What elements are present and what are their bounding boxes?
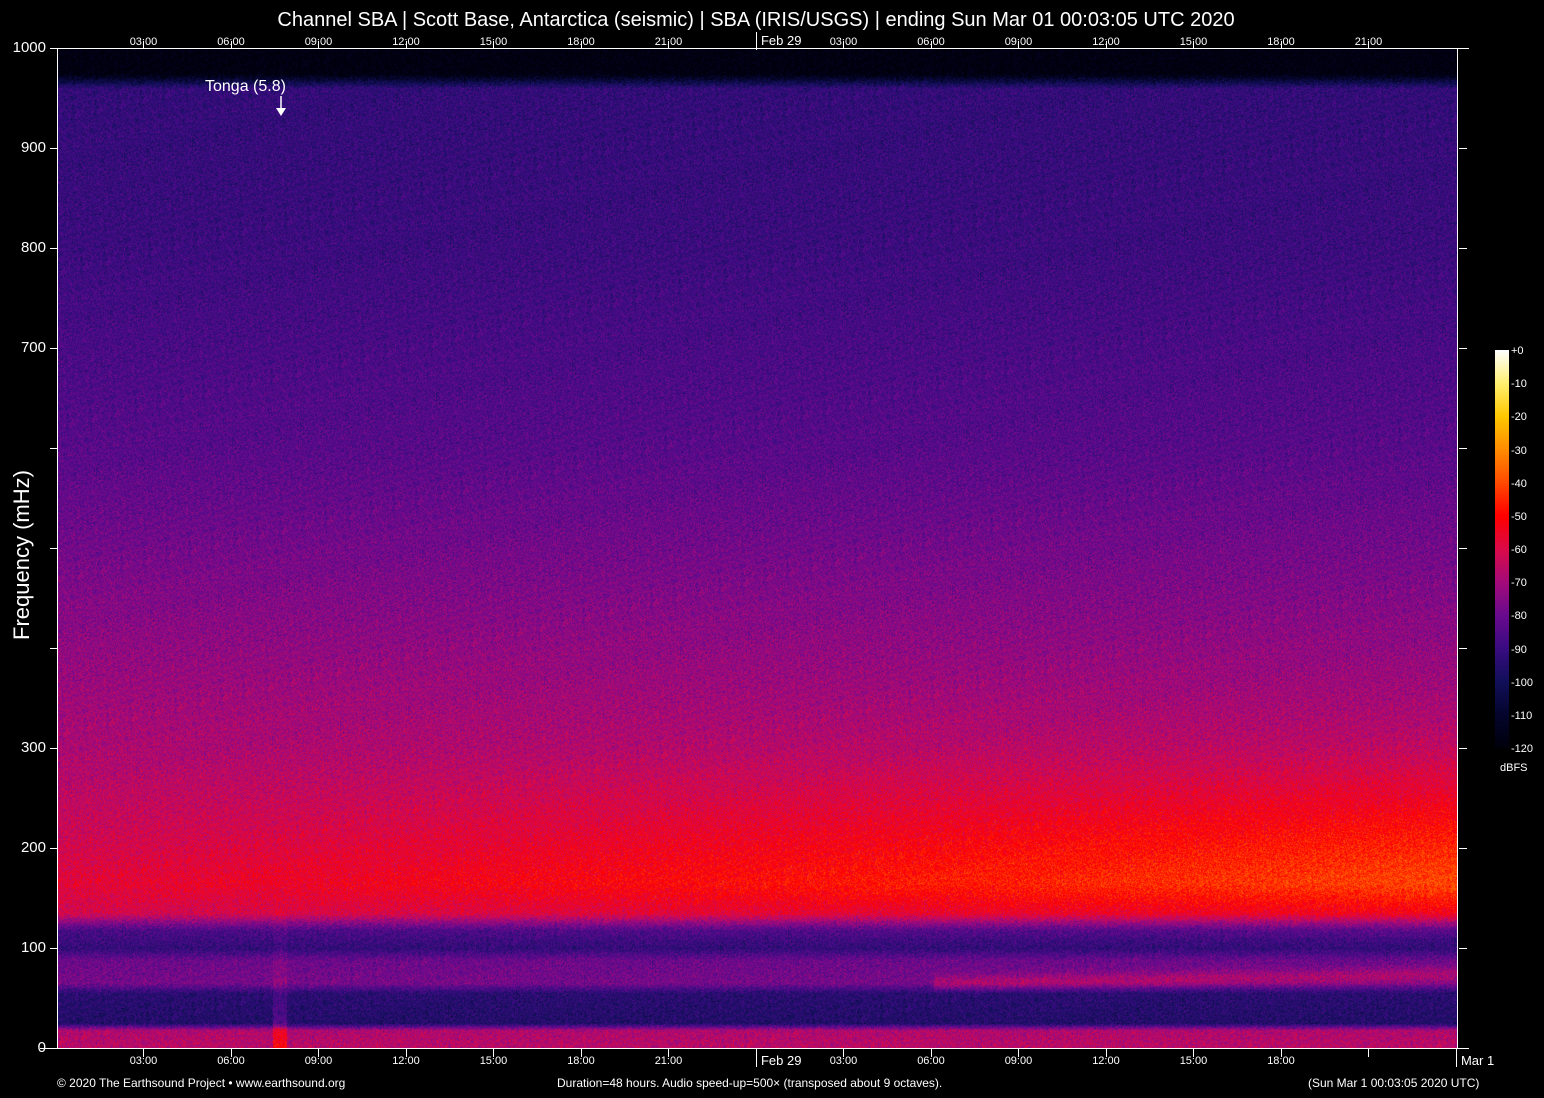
x-tick-label-top: 18:00 bbox=[1267, 36, 1295, 48]
y-tick-label: 300 bbox=[20, 739, 46, 756]
y-tick-right bbox=[1459, 648, 1467, 649]
y-tick-label: 1000 bbox=[12, 39, 46, 56]
day-label-bottom: Feb 29 bbox=[760, 1053, 802, 1068]
colorbar-tick-label: -20 bbox=[1511, 411, 1527, 424]
x-tick-bottom bbox=[1368, 1049, 1370, 1057]
x-tick-label-top: 06:00 bbox=[217, 36, 245, 48]
y-tick-left bbox=[50, 1048, 58, 1049]
footer-copyright: © 2020 The Earthsound Project • www.eart… bbox=[57, 1076, 346, 1090]
spectrogram-heatmap bbox=[58, 48, 1458, 1048]
x-tick-label-bottom: 09:00 bbox=[304, 1055, 333, 1067]
x-tick-label-top: 21:00 bbox=[654, 36, 683, 48]
colorbar-tick-label: -70 bbox=[1511, 577, 1527, 590]
x-tick-label-bottom: 18:00 bbox=[567, 1055, 595, 1067]
y-tick-right bbox=[1459, 948, 1467, 949]
y-tick-left bbox=[50, 748, 58, 749]
colorbar-tick-label: -90 bbox=[1511, 643, 1527, 656]
colorbar-tick-label: -120 bbox=[1511, 743, 1534, 755]
event-arrow-icon bbox=[276, 96, 286, 116]
x-tick-label-top: 12:00 bbox=[1092, 36, 1120, 48]
y-tick-left bbox=[50, 348, 58, 349]
colorbar-tick-label: -10 bbox=[1511, 378, 1527, 391]
colorbar-tick-label: -30 bbox=[1511, 444, 1527, 457]
x-tick-label-top: 21:00 bbox=[1354, 36, 1383, 48]
colorbar-tick-label: -100 bbox=[1511, 676, 1534, 689]
footer-duration: Duration=48 hours. Audio speed-up=500× (… bbox=[557, 1076, 943, 1090]
y-tick-label: 100 bbox=[20, 939, 46, 956]
y-tick-right bbox=[1459, 148, 1467, 149]
x-tick-label-bottom: 06:00 bbox=[917, 1055, 945, 1067]
y-tick-right bbox=[1459, 848, 1467, 849]
colorbar-label: dBFS bbox=[1500, 762, 1528, 774]
y-tick-left bbox=[50, 548, 58, 549]
colorbar-tick-label: -110 bbox=[1511, 709, 1533, 722]
x-tick-label-bottom: 15:00 bbox=[479, 1055, 508, 1067]
y-tick-right bbox=[1459, 748, 1467, 749]
y-tick-left bbox=[50, 48, 58, 49]
colorbar-tick-label: +0 bbox=[1511, 345, 1524, 357]
x-tick-label-bottom: 12:00 bbox=[1092, 1055, 1120, 1067]
y-tick-right bbox=[1459, 48, 1467, 49]
y-tick-left bbox=[50, 148, 58, 149]
y-axis-label: Frequency (mHz) bbox=[9, 470, 34, 640]
x-tick-label-top: 06:00 bbox=[917, 36, 945, 48]
y-tick-right bbox=[1459, 348, 1467, 349]
y-tick-left bbox=[50, 648, 58, 649]
y-tick-left bbox=[50, 948, 58, 949]
colorbar-tick-label: -60 bbox=[1511, 544, 1527, 556]
x-tick-label-top: 15:00 bbox=[1179, 36, 1208, 48]
y-tick-left bbox=[50, 448, 58, 449]
day-tick-bottom bbox=[1455, 1049, 1457, 1067]
day-tick-top bbox=[755, 32, 757, 50]
day-tick-bottom bbox=[755, 1049, 757, 1067]
colorbar-tick-label: -40 bbox=[1511, 477, 1527, 490]
day-label-top: Feb 29 bbox=[760, 33, 802, 48]
x-tick-label-bottom: 18:00 bbox=[1267, 1055, 1295, 1067]
y-tick-label: 200 bbox=[20, 839, 46, 856]
y-tick-right bbox=[1459, 248, 1467, 249]
colorbar-tick-label: -50 bbox=[1511, 510, 1527, 523]
chart-title: Channel SBA | Scott Base, Antarctica (se… bbox=[277, 9, 1235, 31]
x-tick-label-top: 12:00 bbox=[392, 36, 420, 48]
x-tick-label-bottom: 09:00 bbox=[1004, 1055, 1033, 1067]
y-tick-label: 900 bbox=[20, 139, 46, 156]
x-tick-label-bottom: 03:00 bbox=[129, 1055, 158, 1067]
x-tick-label-top: 18:00 bbox=[567, 36, 595, 48]
footer-timestamp: (Sun Mar 1 00:03:05 2020 UTC) bbox=[1308, 1076, 1480, 1090]
y-tick-right bbox=[1459, 1048, 1467, 1049]
day-label-bottom: Mar 1 bbox=[1460, 1053, 1495, 1068]
y-tick-label: 700 bbox=[20, 339, 46, 356]
y-tick-label: 800 bbox=[20, 239, 46, 256]
bottom-axis-line bbox=[40, 1048, 1469, 1049]
x-tick-label-bottom: 12:00 bbox=[392, 1055, 420, 1067]
colorbar bbox=[1495, 350, 1509, 748]
x-tick-label-bottom: 06:00 bbox=[217, 1055, 245, 1067]
colorbar-tick-label: -80 bbox=[1511, 610, 1527, 623]
y-tick-left bbox=[50, 848, 58, 849]
x-tick-label-bottom: 15:00 bbox=[1179, 1055, 1208, 1067]
top-axis-line bbox=[57, 48, 1469, 49]
y-tick-right bbox=[1459, 448, 1467, 449]
x-tick-label-top: 09:00 bbox=[304, 36, 333, 48]
x-tick-label-top: 09:00 bbox=[1004, 36, 1033, 48]
x-tick-label-top: 15:00 bbox=[479, 36, 508, 48]
y-tick-label: 0 bbox=[37, 1039, 46, 1056]
x-tick-label-top: 03:00 bbox=[829, 36, 858, 48]
x-tick-label-top: 03:00 bbox=[129, 36, 158, 48]
x-tick-label-bottom: 21:00 bbox=[654, 1055, 683, 1067]
y-tick-right bbox=[1459, 548, 1467, 549]
x-tick-label-bottom: 03:00 bbox=[829, 1055, 858, 1067]
event-annotation: Tonga (5.8) bbox=[205, 78, 286, 95]
y-tick-left bbox=[50, 248, 58, 249]
